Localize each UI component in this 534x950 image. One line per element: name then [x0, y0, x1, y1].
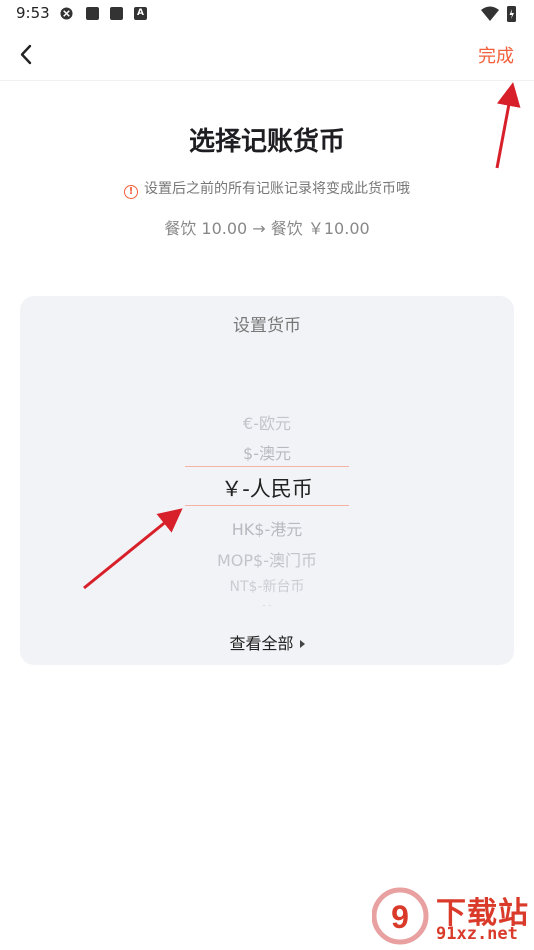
page-title: 选择记账货币	[188, 127, 345, 157]
picker-selection-bottom-line	[185, 505, 349, 506]
wifi-battery-icon	[481, 6, 516, 22]
chevron-left-icon	[20, 44, 32, 65]
currency-option[interactable]: ￥-人民币	[20, 473, 514, 503]
warning-message: ! 设置后之前的所有记账记录将变成此货币哦	[0, 178, 534, 199]
currency-picker[interactable]: €-欧元 $-澳元 ￥-人民币 HK$-港元 MOP$-澳门币 NT$-新台币 $-美元	[20, 396, 514, 606]
warning-text: 设置后之前的所有记账记录将变成此货币哦	[144, 181, 410, 197]
picker-selection-top-line	[185, 466, 349, 467]
currency-option[interactable]: HK$-港元	[20, 516, 514, 540]
watermark-logo-icon: 9	[372, 887, 429, 945]
watermark: 9 下载站 91xz.net	[370, 884, 530, 948]
notification-icon	[110, 7, 123, 20]
currency-option[interactable]: €-欧元	[20, 410, 514, 434]
currency-option[interactable]: $-澳元	[20, 440, 514, 464]
top-nav-bar: 完成	[0, 30, 534, 81]
conversion-example: 餐饮 10.00 → 餐饮 ￥10.00	[164, 219, 370, 238]
done-button[interactable]: 完成	[478, 42, 514, 68]
svg-text:9: 9	[391, 899, 409, 935]
notification-icon	[86, 7, 99, 20]
card-title: 设置货币	[233, 316, 301, 336]
currency-card: 设置货币 €-欧元 $-澳元 ￥-人民币 HK$-港元 MOP$-澳门币 NT$-新台币 $…	[20, 296, 514, 665]
back-button[interactable]	[14, 40, 42, 70]
view-all-button[interactable]: 查看全部	[20, 630, 514, 654]
status-bar: 9:53 A	[0, 0, 534, 30]
warning-icon: !	[124, 185, 138, 199]
status-time: 9:53	[16, 4, 50, 22]
caret-right-icon	[299, 640, 305, 648]
watermark-url: 91xz.net	[436, 924, 518, 944]
app-icon	[60, 7, 73, 20]
currency-option[interactable]: MOP$-澳门币	[20, 547, 514, 571]
view-all-label: 查看全部	[229, 634, 294, 653]
keyboard-icon: A	[134, 7, 147, 20]
currency-option[interactable]: NT$-新台币	[20, 576, 514, 596]
currency-option[interactable]: $-美元	[20, 602, 514, 606]
